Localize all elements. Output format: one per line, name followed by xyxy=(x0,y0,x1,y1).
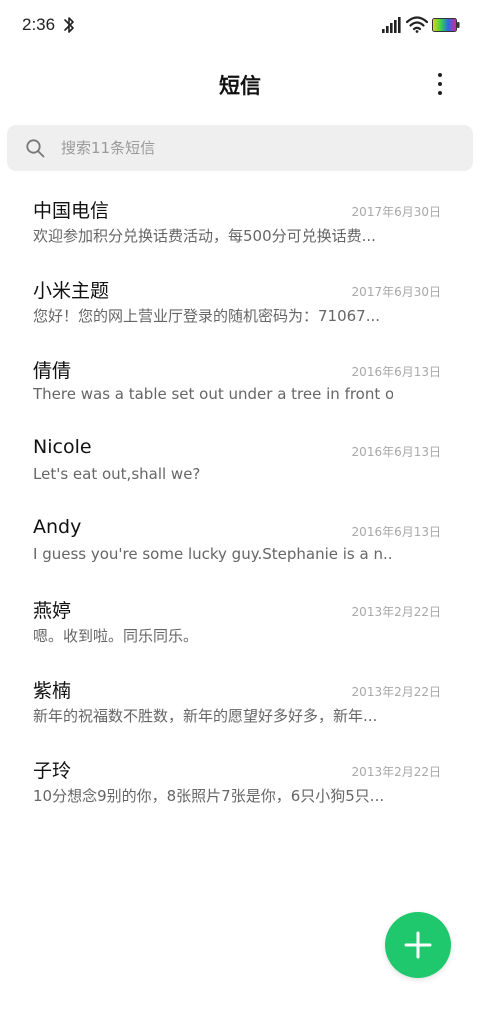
more-vertical-icon xyxy=(438,73,442,77)
message-date: 2013年2月22日 xyxy=(351,765,441,779)
message-sender: 中国电信 xyxy=(33,200,110,222)
message-item[interactable]: 燕婷 2013年2月22日 嗯。收到啦。同乐同乐。 xyxy=(0,583,480,663)
message-preview: 您好！您的网上营业厅登录的随机密码为：71067... xyxy=(33,307,381,325)
more-vertical-icon-dot xyxy=(438,82,442,86)
message-item[interactable]: 紫楠 2013年2月22日 新年的祝福数不胜数，新年的愿望好多好多，新年... xyxy=(0,663,480,743)
search-icon xyxy=(26,139,45,158)
message-preview: I guess you're some lucky guy.Stephanie … xyxy=(33,545,393,563)
message-sender: 倩倩 xyxy=(33,360,72,382)
message-item[interactable]: 小米主题 2017年6月30日 您好！您的网上营业厅登录的随机密码为：71067… xyxy=(0,263,480,343)
message-sender: Andy xyxy=(33,516,82,538)
status-time: 2:36 xyxy=(22,15,56,34)
message-date: 2013年2月22日 xyxy=(351,685,441,699)
more-vertical-icon-dot xyxy=(438,91,442,95)
message-preview: 嗯。收到啦。同乐同乐。 xyxy=(33,627,199,645)
message-item[interactable]: Nicole 2016年6月13日 Let's eat out,shall we… xyxy=(0,423,480,503)
message-preview: Let's eat out,shall we? xyxy=(33,465,201,483)
message-sender: Nicole xyxy=(33,436,92,458)
signal-icon xyxy=(382,17,401,33)
message-date: 2013年2月22日 xyxy=(351,605,441,619)
new-message-button[interactable] xyxy=(385,912,451,978)
message-preview: 10分想念9别的你，8张照片7张是你，6只小狗5只... xyxy=(33,787,385,805)
message-item[interactable]: 子玲 2013年2月22日 10分想念9别的你，8张照片7张是你，6只小狗5只.… xyxy=(0,743,480,823)
message-date: 2016年6月13日 xyxy=(351,365,441,379)
message-date: 2016年6月13日 xyxy=(351,445,441,459)
message-item[interactable]: 倩倩 2016年6月13日 There was a table set out … xyxy=(0,343,480,423)
message-list: 中国电信 2017年6月30日 欢迎参加积分兑换话费活动，每500分可兑换话费.… xyxy=(0,183,480,823)
message-sender: 小米主题 xyxy=(33,280,110,302)
more-options-button[interactable] xyxy=(426,66,454,102)
search-bar[interactable] xyxy=(7,125,473,171)
bluetooth-icon xyxy=(64,17,74,33)
message-preview: 新年的祝福数不胜数，新年的愿望好多好多，新年... xyxy=(33,707,378,725)
plus-icon xyxy=(404,931,432,959)
wifi-icon xyxy=(406,16,428,33)
status-bar: 2:36 xyxy=(0,0,480,52)
message-sender: 子玲 xyxy=(33,760,72,782)
message-item[interactable]: Andy 2016年6月13日 I guess you're some luck… xyxy=(0,503,480,583)
battery-icon xyxy=(432,18,460,32)
message-preview: There was a table set out under a tree i… xyxy=(33,385,393,403)
messages-screen: 2:36 短信 搜索11条短信 中国电信 2017年6月30日 欢迎参加积分兑换… xyxy=(0,0,480,1013)
message-preview: 欢迎参加积分兑换话费活动，每500分可兑换话费... xyxy=(33,227,376,245)
message-date: 2016年6月13日 xyxy=(351,525,441,539)
search-input[interactable] xyxy=(61,125,461,171)
message-sender: 燕婷 xyxy=(33,600,72,622)
message-sender: 紫楠 xyxy=(33,680,72,702)
message-date: 2017年6月30日 xyxy=(351,205,441,219)
message-item[interactable]: 中国电信 2017年6月30日 欢迎参加积分兑换话费活动，每500分可兑换话费.… xyxy=(0,183,480,263)
title-bar: 短信 xyxy=(0,58,480,110)
message-date: 2017年6月30日 xyxy=(351,285,441,299)
page-title: 短信 xyxy=(219,74,261,98)
